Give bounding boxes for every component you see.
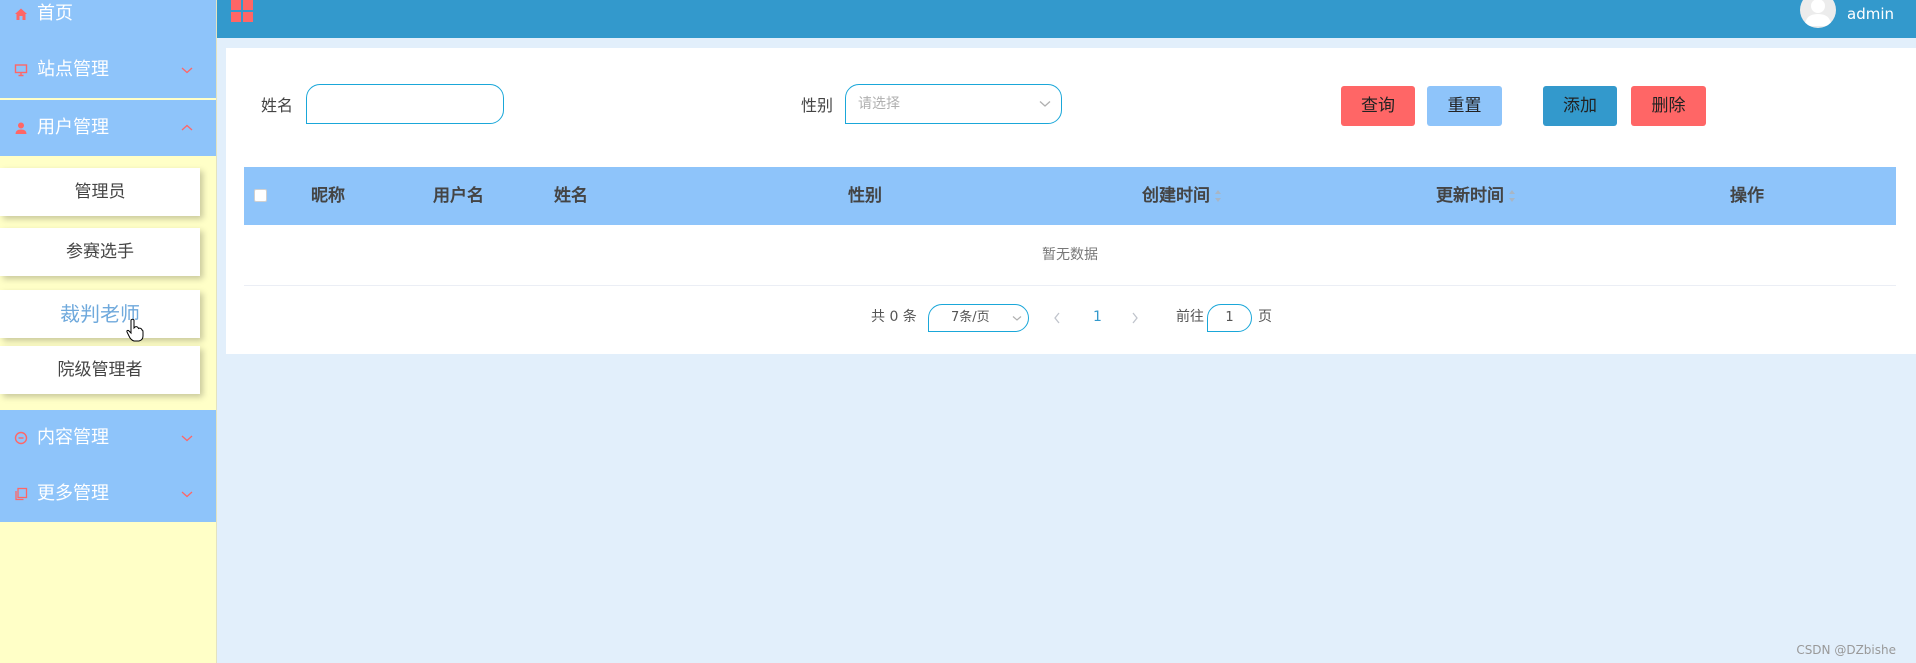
page-size-value: 7条/页 bbox=[951, 310, 990, 325]
column-actions: 操作 bbox=[1730, 186, 1764, 206]
table-empty-text: 暂无数据 bbox=[244, 225, 1896, 286]
goto-page-input[interactable]: 1 bbox=[1207, 304, 1252, 332]
watermark: CSDN @DZbishe bbox=[1796, 643, 1896, 657]
submenu-item-college-manager[interactable]: 院级管理者 bbox=[0, 346, 200, 394]
sidebar-item-user[interactable]: 用户管理 bbox=[0, 100, 216, 156]
column-gender: 性别 bbox=[848, 186, 882, 206]
copy-icon bbox=[15, 487, 28, 501]
prev-page-icon[interactable] bbox=[1053, 312, 1061, 324]
column-created-time[interactable]: 创建时间 bbox=[1142, 167, 1222, 225]
name-label: 姓名 bbox=[261, 96, 294, 115]
reset-button[interactable]: 重置 bbox=[1427, 86, 1502, 126]
submenu-user: 管理员 参赛选手 裁判老师 院级管理者 bbox=[0, 156, 216, 410]
submenu-item-judge[interactable]: 裁判老师 bbox=[0, 290, 200, 338]
query-button[interactable]: 查询 bbox=[1341, 86, 1415, 126]
avatar[interactable] bbox=[1800, 0, 1836, 28]
sidebar-item-content-label: 内容管理 bbox=[37, 427, 109, 448]
chevron-up-icon bbox=[181, 124, 193, 131]
submenu-item-admin[interactable]: 管理员 bbox=[0, 168, 200, 216]
next-page-icon[interactable] bbox=[1131, 312, 1139, 324]
sidebar-item-site-label: 站点管理 bbox=[37, 59, 109, 80]
content-panel: 姓名 性别 请选择 查询 重置 添加 删除 昵称 用户名 姓名 性别 创建时间 … bbox=[226, 48, 1916, 354]
gender-select-placeholder: 请选择 bbox=[858, 96, 900, 112]
sidebar-item-more-label: 更多管理 bbox=[37, 483, 109, 504]
chevron-down-icon bbox=[1012, 316, 1022, 321]
table-header: 昵称 用户名 姓名 性别 创建时间 更新时间 操作 bbox=[244, 167, 1896, 225]
top-bar: admin bbox=[217, 0, 1916, 38]
column-nickname: 昵称 bbox=[311, 186, 345, 206]
sort-caret-icon[interactable] bbox=[1215, 190, 1222, 202]
column-updated-time[interactable]: 更新时间 bbox=[1436, 167, 1516, 225]
goto-label: 前往 bbox=[1176, 309, 1204, 325]
home-icon bbox=[15, 8, 27, 20]
page-number-current[interactable]: 1 bbox=[1093, 302, 1102, 332]
sidebar-item-user-label: 用户管理 bbox=[37, 117, 109, 138]
chevron-down-icon bbox=[181, 435, 193, 442]
submenu-item-contestant[interactable]: 参赛选手 bbox=[0, 228, 200, 276]
sidebar-item-more[interactable]: 更多管理 bbox=[0, 466, 216, 522]
chevron-down-icon bbox=[1039, 101, 1051, 107]
sort-caret-icon[interactable] bbox=[1509, 190, 1516, 202]
grid-icon[interactable] bbox=[231, 0, 253, 22]
page-suffix: 页 bbox=[1258, 309, 1272, 325]
sidebar-item-site[interactable]: 站点管理 bbox=[0, 42, 216, 98]
goto-page-value: 1 bbox=[1225, 310, 1234, 325]
hand-cursor-icon bbox=[126, 318, 144, 342]
column-name: 姓名 bbox=[554, 186, 588, 206]
sidebar-item-content[interactable]: 内容管理 bbox=[0, 410, 216, 466]
username[interactable]: admin bbox=[1847, 0, 1894, 28]
sidebar-item-home[interactable]: 首页 bbox=[0, 0, 216, 42]
chevron-down-icon bbox=[181, 67, 193, 74]
delete-button[interactable]: 删除 bbox=[1631, 86, 1706, 126]
avatar-icon bbox=[1805, 0, 1831, 26]
gender-label: 性别 bbox=[801, 96, 834, 115]
gender-select[interactable]: 请选择 bbox=[845, 84, 1062, 124]
chevron-down-icon bbox=[181, 491, 193, 498]
page-size-select[interactable]: 7条/页 bbox=[928, 304, 1029, 332]
name-input[interactable] bbox=[306, 84, 504, 124]
column-updated-time-label: 更新时间 bbox=[1436, 186, 1504, 206]
column-created-time-label: 创建时间 bbox=[1142, 186, 1210, 206]
add-button[interactable]: 添加 bbox=[1543, 86, 1617, 126]
user-icon bbox=[15, 122, 27, 134]
sidebar: 首页 站点管理 用户管理 管理员 参赛选手 裁判老师 院级管理者 内容管理 更多… bbox=[0, 0, 217, 663]
select-all-checkbox[interactable] bbox=[254, 189, 267, 202]
column-username: 用户名 bbox=[433, 186, 484, 206]
pagination-total: 共 0 条 bbox=[871, 309, 917, 325]
sidebar-item-home-label: 首页 bbox=[37, 3, 73, 24]
message-icon bbox=[14, 431, 28, 445]
monitor-icon bbox=[14, 64, 28, 77]
